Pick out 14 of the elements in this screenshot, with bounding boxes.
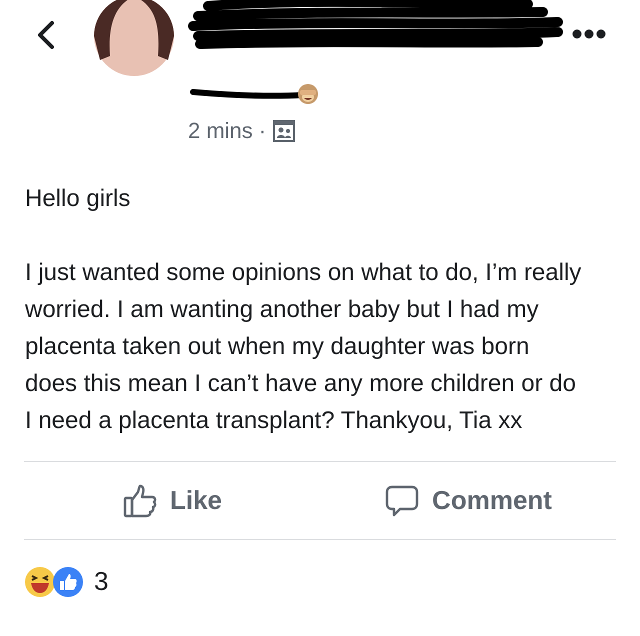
comment-button[interactable]: Comment [320,462,616,539]
thumbs-up-icon [122,482,158,518]
back-icon[interactable] [36,20,56,50]
reaction-count: 3 [94,565,108,598]
monkey-emoji-icon [296,82,320,106]
post-text: Hello girls [25,184,132,214]
laughing-emoji-icon [24,566,56,598]
like-button[interactable]: Like [24,462,320,539]
more-options-icon[interactable] [572,29,606,39]
separator: · [258,117,266,145]
post-time: 2 mins [188,117,253,145]
group-icon [272,118,296,142]
post-text: I just wanted some opinions on what to do, I’m really worried. I am wanting another baby but I had my placenta taken out when my daughter was born does this mean I can’t have any more children or do I need a placenta transplant? Thankyou, Tia xx [25,258,582,436]
like-reaction-icon [52,566,84,598]
